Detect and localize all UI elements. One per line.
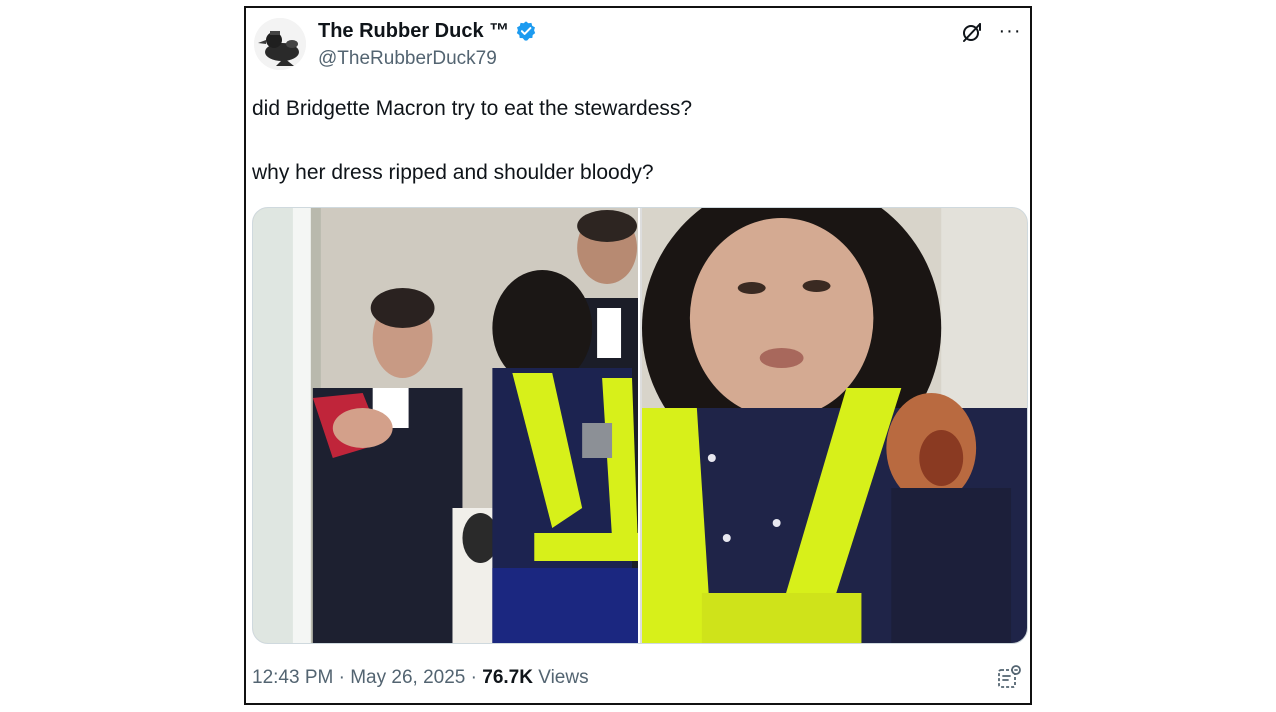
media-divider [638, 208, 640, 643]
more-options-icon[interactable]: ··· [998, 20, 1022, 44]
meta-separator: · [470, 667, 477, 688]
verified-badge-icon[interactable] [515, 20, 537, 42]
views-label: Views [538, 667, 589, 688]
author-name-row: The Rubber Duck ™ [318, 18, 537, 44]
tweet-media-grid [252, 207, 1028, 644]
tweet-card: The Rubber Duck ™ @TheRubberDuck79 ··· d… [244, 6, 1032, 705]
author-display-name[interactable]: The Rubber Duck ™ [318, 18, 509, 44]
views-count: 76.7K [482, 667, 533, 688]
tweet-time[interactable]: 12:43 PM [252, 667, 333, 688]
analytics-icon[interactable] [996, 664, 1022, 690]
tweet-photo-left[interactable] [253, 208, 638, 643]
author-handle[interactable]: @TheRubberDuck79 [318, 48, 497, 70]
meta-separator: · [338, 667, 345, 688]
tweet-meta: 12:43 PM · May 26, 2025 · 76.7K Views [252, 666, 589, 690]
rubber-duck-avatar-image [254, 18, 306, 70]
tweet-photo-right[interactable] [642, 208, 1027, 643]
tweet-date[interactable]: May 26, 2025 [350, 667, 465, 688]
grok-icon[interactable] [960, 20, 984, 44]
tweet-text-line-1: did Bridgette Macron try to eat the stew… [252, 97, 693, 120]
avatar[interactable] [254, 18, 306, 70]
tweet-text-line-2: why her dress ripped and shoulder bloody… [252, 161, 654, 184]
